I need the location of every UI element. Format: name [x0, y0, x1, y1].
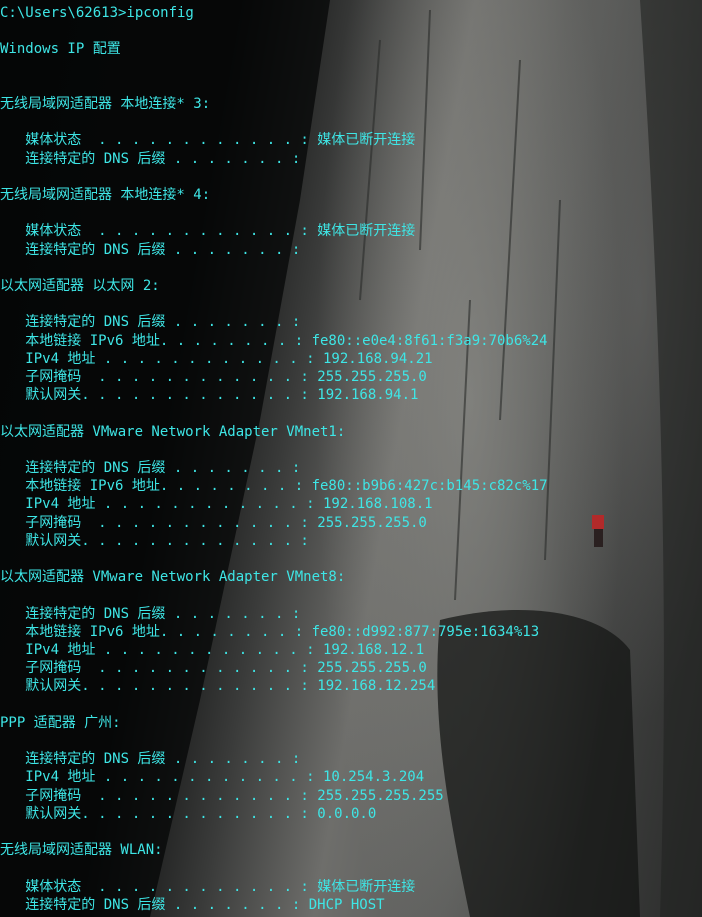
climber-figure	[592, 515, 604, 547]
console-line: 无线局域网适配器 本地连接* 4:	[0, 187, 211, 203]
console-line: 子网掩码 . . . . . . . . . . . . : 255.255.2…	[0, 369, 427, 385]
console-line: PPP 适配器 广州:	[0, 714, 121, 731]
console-line: 本地链接 IPv6 地址. . . . . . . . : fe80::d992…	[0, 623, 540, 640]
console-line: IPv4 地址 . . . . . . . . . . . . : 192.16…	[0, 642, 425, 658]
console-line: Windows IP 配置	[0, 41, 121, 58]
console-line: 连接特定的 DNS 后缀 . . . . . . . :	[0, 241, 301, 258]
console-line: 默认网关. . . . . . . . . . . . . : 192.168.…	[0, 387, 419, 404]
console-line: 默认网关. . . . . . . . . . . . . : 192.168.…	[0, 678, 436, 695]
console-line: 连接特定的 DNS 后缀 . . . . . . . : DHCP HOST	[0, 896, 385, 913]
console-line: IPv4 地址 . . . . . . . . . . . . : 10.254…	[0, 769, 425, 786]
console-line: 子网掩码 . . . . . . . . . . . . : 255.255.2…	[0, 787, 444, 804]
console-line: IPv4 地址 . . . . . . . . . . . . : 192.16…	[0, 350, 433, 367]
console-line: IPv4 地址 . . . . . . . . . . . . : 192.16…	[0, 496, 433, 513]
console-line: 连接特定的 DNS 后缀 . . . . . . . :	[0, 751, 301, 768]
console-line: 以太网适配器 VMware Network Adapter VMnet8:	[0, 569, 346, 586]
console-line: 连接特定的 DNS 后缀 . . . . . . . :	[0, 460, 301, 476]
console-line: 子网掩码 . . . . . . . . . . . . : 255.255.2…	[0, 514, 427, 531]
console-line: 以太网适配器 VMware Network Adapter VMnet1:	[0, 423, 346, 440]
console-line: 媒体状态 . . . . . . . . . . . . : 媒体已断开连接	[0, 878, 416, 895]
console-line: 媒体状态 . . . . . . . . . . . . : 媒体已断开连接	[0, 132, 416, 149]
console-line: 连接特定的 DNS 后缀 . . . . . . . :	[0, 605, 301, 622]
console-line: 本地链接 IPv6 地址. . . . . . . . : fe80::e0e4…	[0, 332, 548, 349]
console-line: 本地链接 IPv6 地址. . . . . . . . : fe80::b9b6…	[0, 478, 548, 495]
console-line: 默认网关. . . . . . . . . . . . . : 0.0.0.0	[0, 805, 377, 822]
console-line: C:\Users\62613>ipconfig	[0, 5, 194, 21]
console-line: 子网掩码 . . . . . . . . . . . . : 255.255.2…	[0, 660, 427, 677]
console-line: 无线局域网适配器 WLAN:	[0, 842, 163, 859]
console-line: 连接特定的 DNS 后缀 . . . . . . . :	[0, 314, 301, 331]
terminal-window[interactable]: C:\Users\62613>ipconfig Windows IP 配置无线局域…	[0, 0, 702, 917]
console-line: 连接特定的 DNS 后缀 . . . . . . . :	[0, 150, 301, 167]
console-line: 默认网关. . . . . . . . . . . . . :	[0, 532, 309, 549]
console-line: 媒体状态 . . . . . . . . . . . . : 媒体已断开连接	[0, 223, 416, 240]
console-line: 以太网适配器 以太网 2:	[0, 278, 160, 294]
console-line: 无线局域网适配器 本地连接* 3:	[0, 96, 211, 112]
